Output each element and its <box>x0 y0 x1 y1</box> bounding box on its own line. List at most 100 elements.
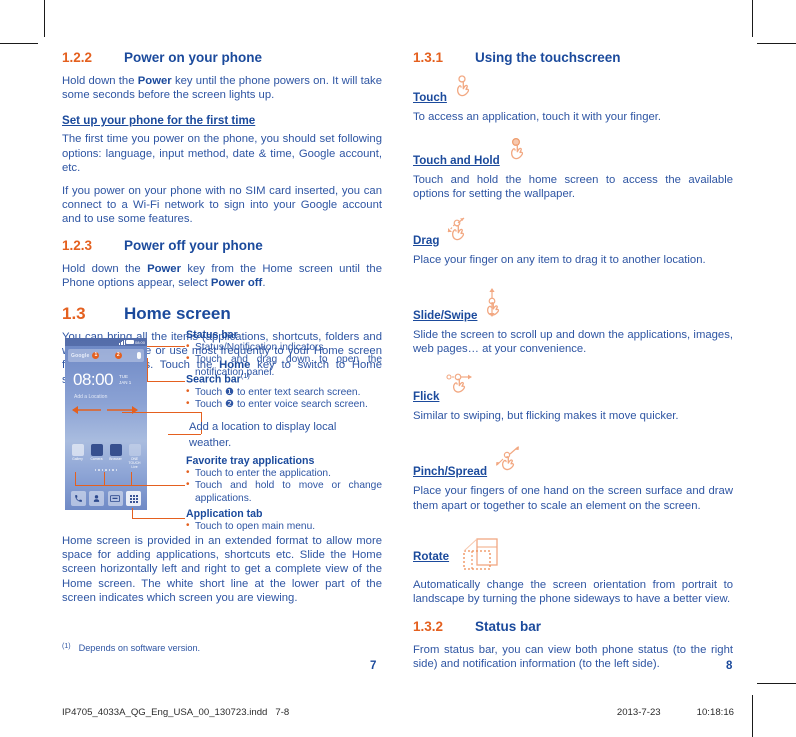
manual-page-spread: 1.2.2 Power on your phone Hold down the … <box>0 0 796 737</box>
app-label: Browser <box>109 457 122 461</box>
text-frag: Hold down the <box>62 262 148 275</box>
phone-search-bar[interactable]: Google 1 2 <box>68 349 144 362</box>
crop-mark-top-left-h <box>0 43 38 44</box>
add-location-hint[interactable]: Add a Location <box>74 394 147 400</box>
callout-badge-2: 2 <box>114 352 122 359</box>
right-page-column: 1.3.1 Using the touchscreen Touch To acc… <box>413 50 733 681</box>
footnote: (1) Depends on software version. <box>62 643 200 653</box>
phone-status-time: 08:00 <box>134 339 145 345</box>
person-glyph <box>94 495 100 502</box>
touch-hand-icon <box>453 75 479 104</box>
drag-hand-icon <box>445 216 479 247</box>
gesture-touch: Touch <box>413 75 733 104</box>
heading-number: 1.3 <box>62 304 86 324</box>
callout-list: Touch to open main menu. <box>186 520 382 533</box>
slide-hand-icon <box>483 287 509 324</box>
heading-1-2-3: 1.2.3 Power off your phone <box>62 238 382 253</box>
heading-title: Home screen <box>124 304 231 324</box>
list-item: Status/Notification indicators <box>186 341 382 354</box>
footnote-ref: (1) <box>240 371 250 380</box>
print-info-bar: IP4705_4033A_QG_Eng_USA_00_130723.indd 7… <box>62 707 734 718</box>
callout-list: Touch ❶ to enter text search screen. Tou… <box>186 385 382 412</box>
gesture-touch-desc: To access an application, touch it with … <box>413 111 662 123</box>
callout-weather: Add a location to display local weather. <box>189 419 369 451</box>
grid-glyph <box>129 494 138 503</box>
heading-title: Status bar <box>475 619 542 635</box>
subheading-first-time-setup: Set up your phone for the first time <box>62 114 256 128</box>
gesture-name: Drag <box>413 233 440 247</box>
app-browser[interactable]: Browser <box>108 444 124 469</box>
heading-1-3-1: 1.3.1 Using the touchscreen <box>413 50 733 65</box>
app-gallery[interactable]: Gallery <box>70 444 86 469</box>
crop-mark-bottom-right-h <box>757 683 796 684</box>
app-one-touch-live[interactable]: ONE TOUCH Live <box>127 444 143 469</box>
connector-status-bar <box>147 346 185 347</box>
app-label: Camera <box>90 457 103 461</box>
rotate-screen-icon <box>461 537 503 576</box>
signal-bars-icon <box>119 339 125 345</box>
callout-badge-1: 1 <box>92 352 100 359</box>
clock-time: 08:00 <box>73 370 114 389</box>
heading-1-3-2: 1.3.2 Status bar <box>413 619 733 634</box>
gesture-drag: Drag <box>413 216 733 247</box>
browser-icon <box>109 444 122 456</box>
paragraph-first-time: The first time you power on the phone, y… <box>62 133 382 174</box>
one-touch-live-icon <box>128 444 141 456</box>
paragraph-power-off: Hold down the Power key from the Home sc… <box>62 262 382 290</box>
app-camera[interactable]: Camera <box>89 444 105 469</box>
gesture-flick-desc: Similar to swiping, but flicking makes i… <box>413 410 679 423</box>
app-tab-icon[interactable] <box>126 491 142 506</box>
paragraph-no-sim: If you power on your phone with no SIM c… <box>62 185 382 226</box>
callout-list: Touch to enter the application. Touch an… <box>186 467 382 505</box>
connector-weather-h1 <box>122 412 201 413</box>
page-number-left: 7 <box>370 660 377 672</box>
paragraph-status-bar: From status bar, you can view both phone… <box>413 644 733 671</box>
crop-mark-top-right-h <box>757 43 796 44</box>
phone-status-bar: 08:00 <box>65 338 147 346</box>
paragraph-extended-home: Home screen is provided in an extended f… <box>62 535 382 604</box>
clock-date: JAN 1 <box>119 379 132 385</box>
phone-clock-widget: 08:00 TUE JAN 1 <box>73 370 147 389</box>
footnote-marker: (1) <box>62 643 71 650</box>
text-frag: . <box>262 276 266 289</box>
gesture-rotate-desc: Automatically change the screen orientat… <box>413 578 733 606</box>
print-filename: IP4705_4033A_QG_Eng_USA_00_130723.indd 7… <box>62 707 290 718</box>
list-item: Touch and hold to move or change applica… <box>186 479 382 505</box>
callout-search-bar: Search bar(1) Touch ❶ to enter text sear… <box>186 371 382 411</box>
heading-number: 1.3.2 <box>413 619 444 635</box>
gesture-touch-and-hold: Touch and Hold <box>413 138 733 167</box>
app-label: Gallery <box>72 457 83 461</box>
handset-glyph <box>74 495 82 502</box>
contacts-icon[interactable] <box>89 491 105 506</box>
pinch-spread-hand-icon <box>493 445 529 478</box>
favorite-tray <box>65 491 147 506</box>
gesture-name: Touch <box>413 91 447 104</box>
gesture-drag-desc: Place your finger on any item to drag it… <box>413 253 706 266</box>
connector-search-bar-v <box>147 358 148 381</box>
clock-date-block: TUE JAN 1 <box>119 374 131 386</box>
swipe-arrows-icon <box>72 406 138 414</box>
heading-number: 1.2.2 <box>62 50 93 65</box>
callout-title: Status bar <box>186 329 238 341</box>
page-number-right: 8 <box>726 660 733 672</box>
microphone-icon[interactable] <box>136 352 141 359</box>
callout-title: Favorite tray applications <box>186 455 315 467</box>
text-bold: Power <box>147 262 181 275</box>
messaging-icon[interactable] <box>107 491 123 506</box>
gesture-touch-hold-desc: Touch and hold the home screen to access… <box>413 174 733 201</box>
paragraph-power-on: Hold down the Power key until the phone … <box>62 74 382 102</box>
gesture-pinch-desc: Place your fingers of one hand on the sc… <box>413 485 733 512</box>
flick-hand-icon <box>445 372 481 403</box>
gesture-name: Pinch/Spread <box>413 465 488 479</box>
callout-text: Add a location to display local weather. <box>189 421 337 449</box>
gesture-slide-swipe: Slide/Swipe <box>413 287 733 322</box>
connector-fav-tray-v2 <box>104 472 105 485</box>
message-glyph <box>110 494 121 502</box>
left-page-closing-text: Home screen is provided in an extended f… <box>62 534 382 614</box>
crop-mark-top-right-v <box>752 0 753 37</box>
footnote-text: Depends on software version. <box>78 643 201 653</box>
gesture-slide-desc: Slide the screen to scroll up and down t… <box>413 328 733 356</box>
heading-1-2-2: 1.2.2 Power on your phone <box>62 50 382 65</box>
list-item: Touch to enter the application. <box>186 467 382 480</box>
phone-dialer-icon[interactable] <box>70 491 86 506</box>
